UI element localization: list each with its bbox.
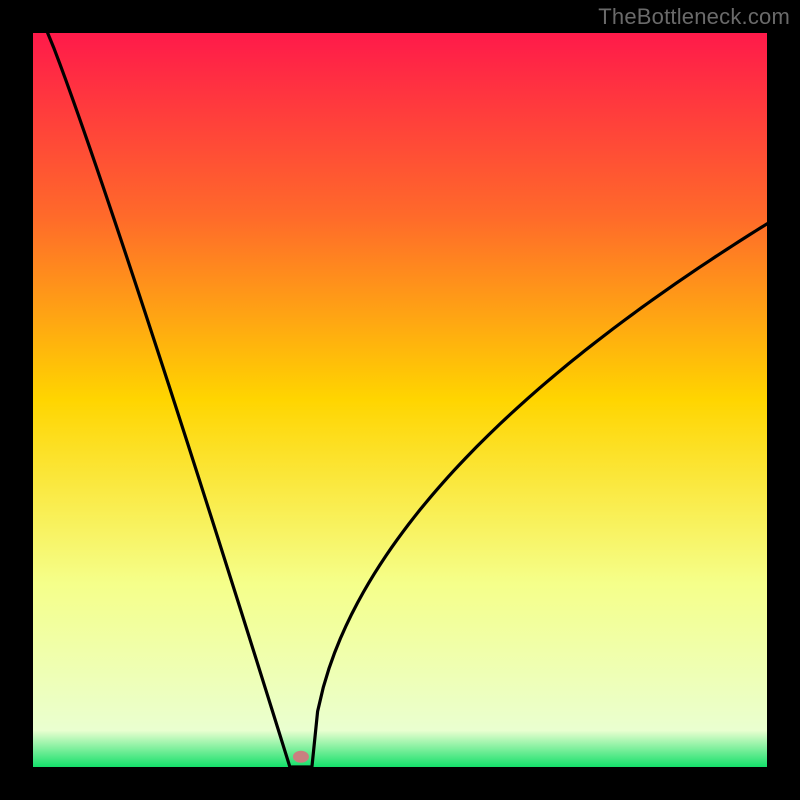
watermark-text: TheBottleneck.com (598, 4, 790, 30)
gradient-background (33, 33, 767, 767)
chart-svg (33, 33, 767, 767)
chart-container: TheBottleneck.com (0, 0, 800, 800)
minimum-marker (293, 751, 309, 763)
plot-area (33, 33, 767, 767)
